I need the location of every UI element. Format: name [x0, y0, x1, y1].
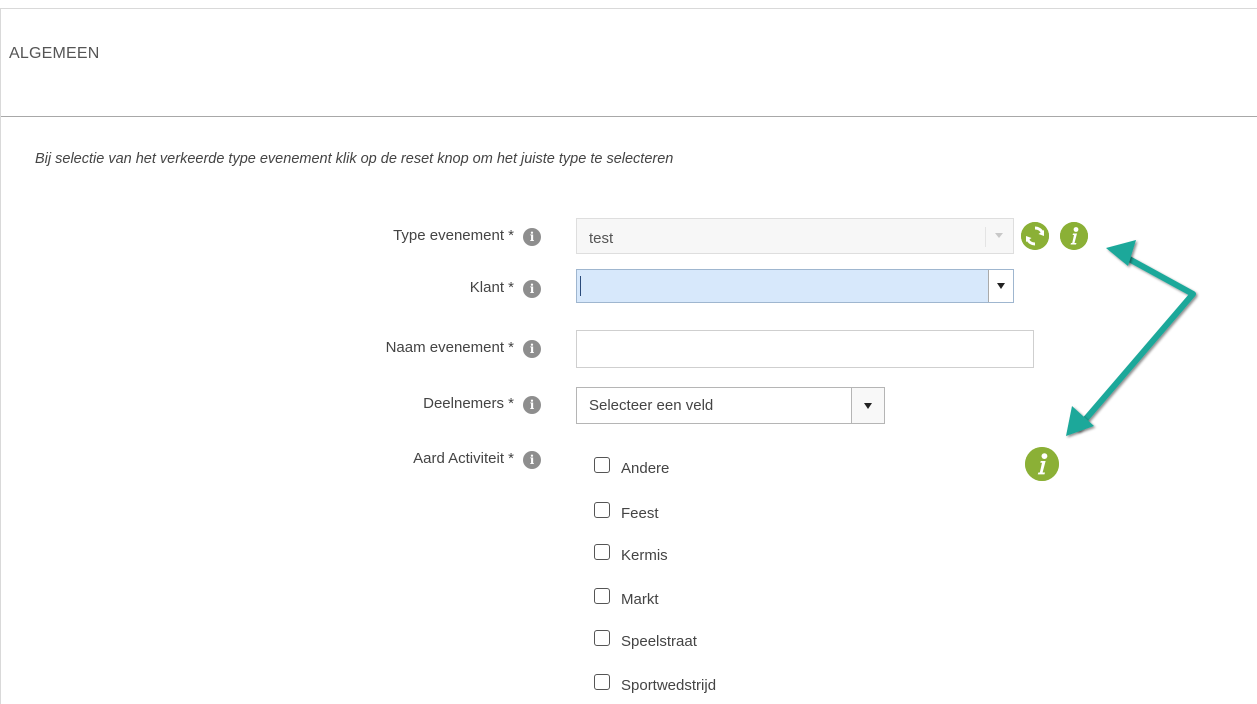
type-evenement-select[interactable]: test	[576, 218, 1014, 254]
reset-hint-text: Bij selectie van het verkeerde type even…	[35, 151, 674, 167]
info-icon[interactable]: i	[523, 451, 541, 469]
deelnemers-label: Deelnemers *	[423, 395, 514, 412]
checkbox-label: Sportwedstrijd	[621, 677, 717, 694]
checkbox-label: Andere	[621, 460, 670, 477]
klant-select[interactable]	[576, 269, 1014, 303]
chevron-down-icon	[864, 403, 872, 409]
aard-activiteit-label: Aard Activiteit *	[413, 450, 514, 467]
checkbox[interactable]	[594, 544, 610, 560]
refresh-icon[interactable]	[1021, 222, 1049, 250]
klant-label: Klant *	[469, 279, 514, 296]
info-icon[interactable]	[1025, 447, 1059, 481]
checkbox[interactable]	[594, 588, 610, 604]
klant-dropdown-button[interactable]	[988, 270, 1013, 302]
info-icon[interactable]: i	[523, 396, 541, 414]
type-evenement-value: test	[589, 230, 614, 247]
section-title: ALGEMEEN	[9, 45, 100, 62]
checkbox[interactable]	[594, 457, 610, 473]
checkbox-label: Markt	[621, 591, 659, 608]
checkbox-label: Feest	[621, 505, 659, 522]
text-cursor	[580, 276, 581, 296]
checkbox[interactable]	[594, 502, 610, 518]
info-icon[interactable]: i	[523, 280, 541, 298]
naam-evenement-input[interactable]	[576, 330, 1034, 368]
deelnemers-value: Selecteer een veld	[589, 397, 714, 414]
naam-evenement-label: Naam evenement *	[385, 339, 514, 356]
annotation-arrows	[1066, 240, 1196, 436]
type-evenement-label: Type evenement *	[393, 227, 514, 244]
chevron-down-icon	[995, 233, 1003, 238]
checkbox-label: Kermis	[621, 547, 668, 564]
select-separator	[985, 227, 986, 247]
info-icon[interactable]: i	[523, 340, 541, 358]
checkbox[interactable]	[594, 630, 610, 646]
deelnemers-select[interactable]: Selecteer een veld	[576, 387, 885, 424]
panel-heading: ALGEMEEN	[1, 9, 1257, 117]
deelnemers-dropdown-button[interactable]	[851, 388, 884, 423]
checkbox[interactable]	[594, 674, 610, 690]
chevron-down-icon	[997, 283, 1005, 289]
annotation-arrow-line	[1075, 251, 1196, 431]
checkbox-label: Speelstraat	[621, 633, 697, 650]
info-icon[interactable]: i	[523, 228, 541, 246]
